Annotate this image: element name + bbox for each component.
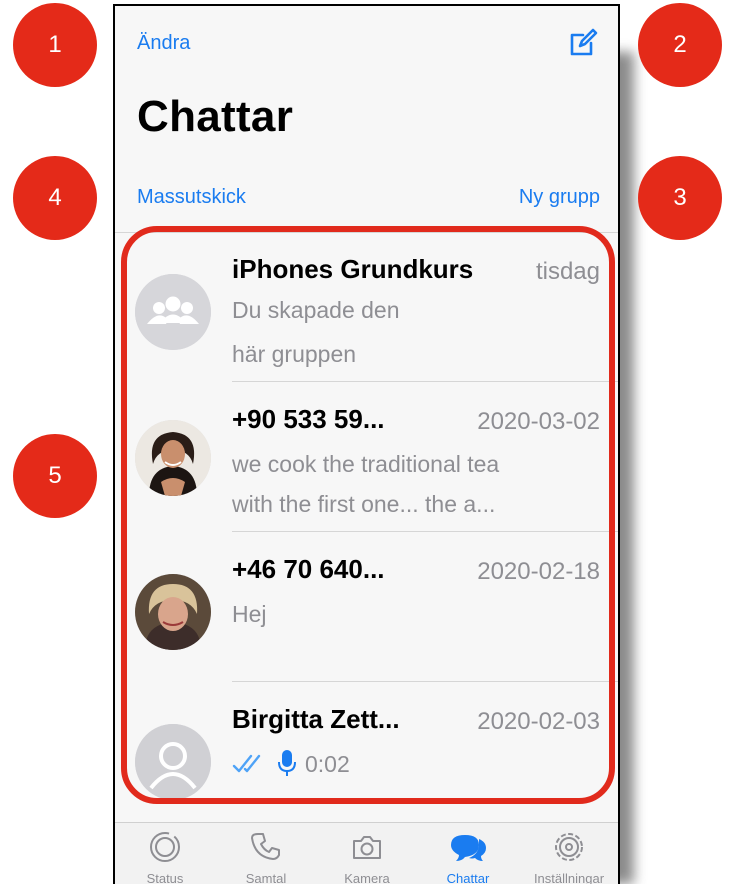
broadcast-button[interactable]: Massutskick	[137, 186, 246, 209]
new-group-button[interactable]: Ny grupp	[519, 186, 600, 209]
status-icon	[150, 832, 180, 862]
tab-bar: Status Samtal Kamera Chattar Inställning…	[115, 822, 618, 884]
annotation-badge-2: 2	[638, 3, 722, 87]
phone-icon	[251, 833, 280, 860]
tab-calls[interactable]: Samtal	[216, 823, 316, 884]
annotation-badge-1: 1	[13, 3, 97, 87]
tab-camera[interactable]: Kamera	[317, 823, 417, 884]
chats-icon	[451, 835, 486, 861]
edit-button[interactable]: Ändra	[137, 32, 190, 55]
tab-label: Samtal	[245, 871, 287, 884]
tab-chats[interactable]: Chattar	[418, 823, 518, 884]
tab-label: Chattar	[446, 871, 490, 884]
annotation-badge-5: 5	[13, 434, 97, 518]
tab-label: Status	[146, 871, 184, 884]
page-title: Chattar	[137, 92, 294, 141]
annotation-badge-3: 3	[638, 156, 722, 240]
annotation-badge-4: 4	[13, 156, 97, 240]
camera-icon	[353, 836, 381, 859]
tab-settings[interactable]: Inställningar	[519, 823, 618, 884]
settings-icon	[555, 833, 583, 861]
tab-label: Inställningar	[533, 871, 605, 884]
tab-label: Kamera	[344, 871, 390, 884]
tab-status[interactable]: Status	[115, 823, 215, 884]
compose-icon[interactable]	[568, 28, 598, 58]
chat-list-highlight	[121, 226, 615, 804]
